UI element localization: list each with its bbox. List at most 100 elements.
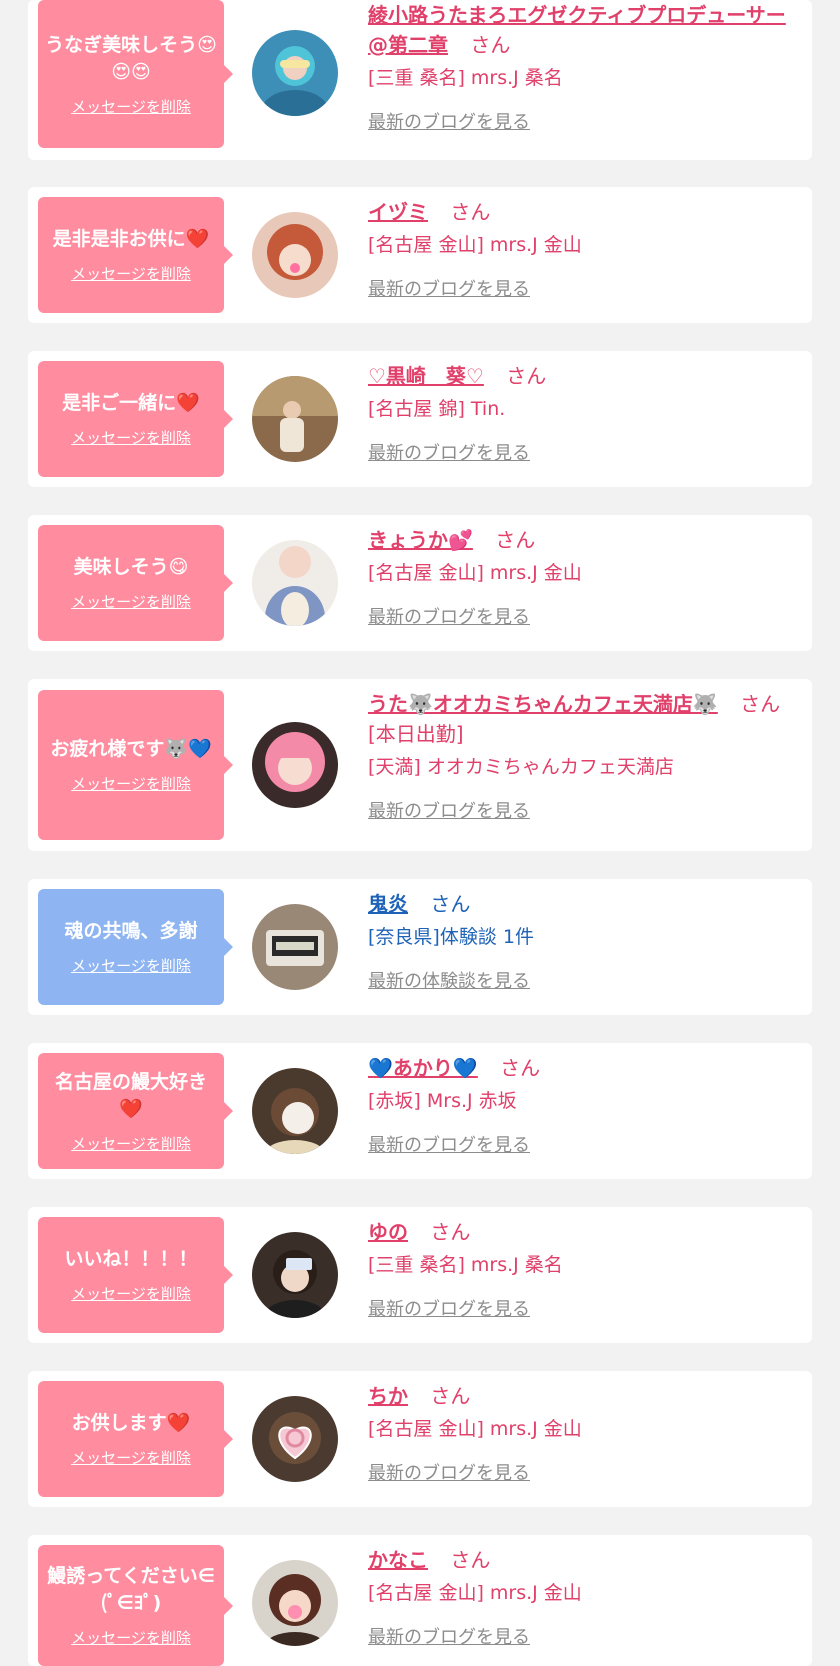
sender-name-line: きょうか💕 さん — [368, 525, 802, 555]
latest-blog-link[interactable]: 最新のブログを見る — [368, 797, 530, 823]
message-card: お疲れ様です🐺💙 メッセージを削除 うた🐺オオカミちゃんカフェ天満店🐺 さん [本… — [28, 679, 812, 851]
sender-info: うた🐺オオカミちゃんカフェ天満店🐺 さん [本日出勤] [天満] オオカミちゃんカ… — [368, 689, 802, 823]
girl-avatar-icon — [252, 722, 338, 808]
latest-blog-link[interactable]: 最新のブログを見る — [368, 439, 530, 465]
shop-label: [赤坂] Mrs.J 赤坂 — [368, 1090, 517, 1112]
delete-message-button[interactable]: メッセージを削除 — [71, 1447, 191, 1468]
girl-avatar-icon — [252, 1560, 338, 1646]
avatar[interactable] — [252, 1068, 338, 1154]
message-text: お疲れ様です🐺💙 — [50, 738, 212, 760]
sender-name-link[interactable]: かなこ — [368, 1548, 428, 1572]
delete-message-button[interactable]: メッセージを削除 — [71, 955, 191, 976]
latest-blog-link[interactable]: 最新のブログを見る — [368, 603, 530, 629]
sender-info: 💙あかり💙 さん [赤坂] Mrs.J 赤坂 最新のブログを見る — [368, 1053, 802, 1157]
latest-blog-link[interactable]: 最新のブログを見る — [368, 1623, 530, 1649]
honorific: さん — [500, 1056, 541, 1080]
sender-name-line: ♡黒崎 葵♡ さん — [368, 361, 802, 391]
delete-message-button[interactable]: メッセージを削除 — [71, 96, 191, 117]
delete-message-button[interactable]: メッセージを削除 — [71, 263, 191, 284]
delete-message-button[interactable]: メッセージを削除 — [71, 591, 191, 612]
latest-blog-link[interactable]: 最新のブログを見る — [368, 1459, 530, 1485]
latest-blog-link[interactable]: 最新のブログを見る — [368, 1295, 530, 1321]
latest-blog-link[interactable]: 最新のブログを見る — [368, 108, 530, 134]
honorific: さん — [430, 1384, 471, 1408]
sender-name-link[interactable]: うた🐺オオカミちゃんカフェ天満店🐺 — [368, 692, 718, 716]
shop-label: [名古屋 金山] mrs.J 金山 — [368, 1418, 582, 1440]
avatar[interactable] — [252, 30, 338, 116]
avatar[interactable] — [252, 904, 338, 990]
sender-name-link[interactable]: 綾小路うたまろエグゼクティブプロデューサー@第二章 — [368, 3, 786, 57]
latest-review-link[interactable]: 最新の体験談を見る — [368, 967, 530, 993]
latest-blog-link[interactable]: 最新のブログを見る — [368, 275, 530, 301]
sender-name-link[interactable]: 鬼炎 — [368, 892, 408, 916]
delete-message-button[interactable]: メッセージを削除 — [71, 773, 191, 794]
latest-blog-link[interactable]: 最新のブログを見る — [368, 1131, 530, 1157]
message-text: 名古屋の鰻大好き❤️ — [54, 1070, 207, 1120]
sender-info: 綾小路うたまろエグゼクティブプロデューサー@第二章 さん [三重 桑名] mrs… — [368, 0, 802, 134]
shop-label: [三重 桑名] mrs.J 桑名 — [368, 67, 563, 89]
sender-info: ゆの さん [三重 桑名] mrs.J 桑名 最新のブログを見る — [368, 1217, 802, 1321]
shop-label: [名古屋 金山] mrs.J 金山 — [368, 234, 582, 256]
honorific: さん — [740, 692, 781, 716]
sender-name-link[interactable]: きょうか💕 — [368, 528, 473, 552]
avatar[interactable] — [252, 1560, 338, 1646]
message-bubble: いいね！！！！ メッセージを削除 — [38, 1217, 233, 1333]
sender-info: 鬼炎 さん [奈良県]体験談 1件 最新の体験談を見る — [368, 889, 802, 993]
message-bubble: 名古屋の鰻大好き❤️ メッセージを削除 — [38, 1053, 233, 1169]
girl-avatar-icon — [252, 376, 338, 462]
review-count-label: [奈良県]体験談 1件 — [368, 926, 534, 948]
sender-name-line: 鬼炎 さん — [368, 889, 802, 919]
delete-message-button[interactable]: メッセージを削除 — [71, 1283, 191, 1304]
sender-name-line: 💙あかり💙 さん — [368, 1053, 802, 1083]
avatar[interactable] — [252, 1396, 338, 1482]
avatar[interactable] — [252, 540, 338, 626]
delete-message-button[interactable]: メッセージを削除 — [71, 1627, 191, 1648]
message-bubble: 美味しそう😋 メッセージを削除 — [38, 525, 233, 641]
sender-name-line: うた🐺オオカミちゃんカフェ天満店🐺 さん [本日出勤] — [368, 689, 802, 749]
message-card: お供します❤️ メッセージを削除 ちか さん [名古屋 金山] mrs.J 金山… — [28, 1371, 812, 1507]
honorific: さん — [430, 892, 471, 916]
message-text: いいね！！！！ — [64, 1248, 198, 1270]
delete-message-button[interactable]: メッセージを削除 — [71, 427, 191, 448]
shop-label: [名古屋 金山] mrs.J 金山 — [368, 562, 582, 584]
avatar[interactable] — [252, 376, 338, 462]
message-text: 美味しそう😋 — [73, 556, 189, 578]
honorific: さん — [450, 200, 491, 224]
message-bubble: お供します❤️ メッセージを削除 — [38, 1381, 233, 1497]
message-card: 魂の共鳴、多謝 メッセージを削除 鬼炎 さん [奈良県]体験談 1件 最新の体験… — [28, 879, 812, 1015]
sender-name-line: ちか さん — [368, 1381, 802, 1411]
shop-label: [名古屋 錦] Tin. — [368, 398, 506, 420]
message-text: 鰻誘ってください∈(ﾟ∈ﾖﾟ) — [47, 1565, 215, 1614]
sender-name-link[interactable]: ちか — [368, 1384, 408, 1408]
message-text: 是非是非お供に❤️ — [52, 228, 210, 250]
sender-name-link[interactable]: イヅミ — [368, 200, 428, 224]
sender-name-link[interactable]: ゆの — [368, 1220, 408, 1244]
sender-info: ちか さん [名古屋 金山] mrs.J 金山 最新のブログを見る — [368, 1381, 802, 1485]
sender-name-line: かなこ さん — [368, 1545, 802, 1575]
sender-info: ♡黒崎 葵♡ さん [名古屋 錦] Tin. 最新のブログを見る — [368, 361, 802, 465]
avatar[interactable] — [252, 1232, 338, 1318]
message-card: 是非是非お供に❤️ メッセージを削除 イヅミ さん [名古屋 金山] mrs.J… — [28, 187, 812, 323]
message-bubble: 魂の共鳴、多謝 メッセージを削除 — [38, 889, 233, 1005]
honorific: さん — [495, 528, 536, 552]
message-text: お供します❤️ — [71, 1412, 191, 1434]
shop-label: [名古屋 金山] mrs.J 金山 — [368, 1582, 582, 1604]
avatar[interactable] — [252, 212, 338, 298]
girl-avatar-icon — [252, 1396, 338, 1482]
delete-message-button[interactable]: メッセージを削除 — [71, 1133, 191, 1154]
sender-name-line: 綾小路うたまろエグゼクティブプロデューサー@第二章 さん — [368, 0, 802, 60]
shop-label: [三重 桑名] mrs.J 桑名 — [368, 1254, 563, 1276]
message-text: うなぎ美味しそう😍😍😍 — [45, 33, 217, 83]
message-bubble: お疲れ様です🐺💙 メッセージを削除 — [38, 690, 233, 840]
sender-name-link[interactable]: 💙あかり💙 — [368, 1056, 478, 1080]
sender-name-link[interactable]: ♡黒崎 葵♡ — [368, 364, 484, 388]
honorific: さん — [430, 1220, 471, 1244]
girl-avatar-icon — [252, 540, 338, 626]
avatar[interactable] — [252, 722, 338, 808]
shop-label: [天満] オオカミちゃんカフェ天満店 — [368, 756, 674, 778]
message-card: いいね！！！！ メッセージを削除 ゆの さん [三重 桑名] mrs.J 桑名 … — [28, 1207, 812, 1343]
message-text: 魂の共鳴、多謝 — [64, 920, 198, 942]
sender-info: イヅミ さん [名古屋 金山] mrs.J 金山 最新のブログを見る — [368, 197, 802, 301]
sender-name-line: ゆの さん — [368, 1217, 802, 1247]
clock-avatar-icon — [252, 904, 338, 990]
